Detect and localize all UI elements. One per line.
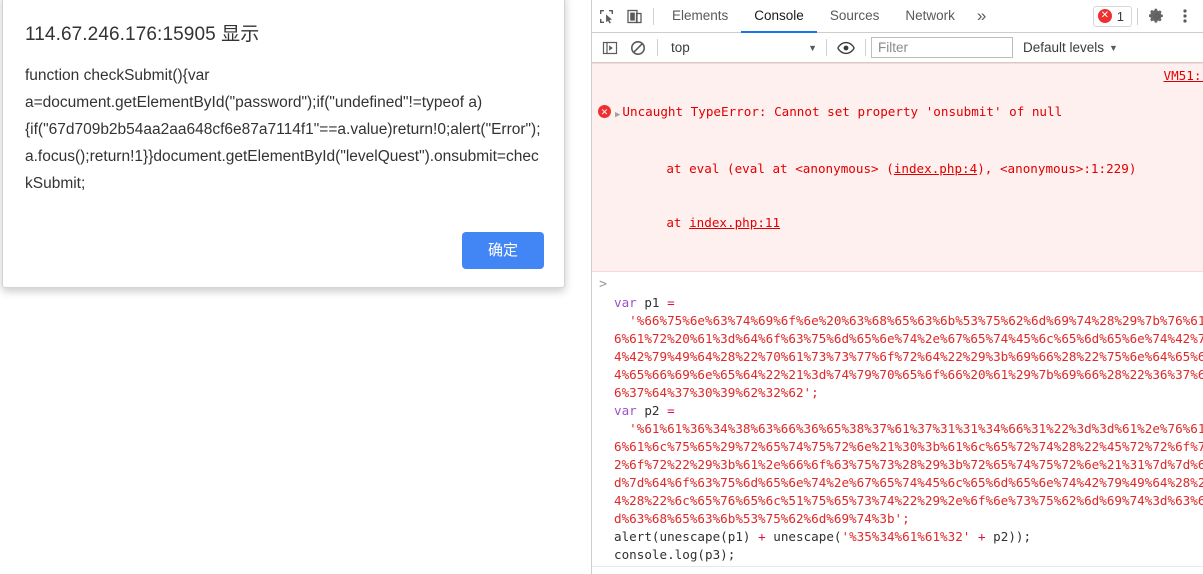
code-alert-fn: alert(unescape(p1) (614, 529, 759, 544)
alert-origin-title: 114.67.246.176:15905 显示 (25, 24, 260, 45)
console-filter-input[interactable] (871, 37, 1013, 58)
code-console-log: console.log(p3); (614, 547, 736, 562)
code-op-assign-2: = (667, 403, 675, 418)
code-alert-string: '%35%34%61%61%32' (841, 529, 971, 544)
code-str-line-7: 6%61%6c%75%65%29%72%65%74%75%72%6e%21%30… (614, 439, 1203, 454)
error-stack-line-2: at index.php:11 (592, 214, 1203, 232)
code-str-line-4: 4%65%66%69%6e%65%64%22%21%3d%74%79%70%65… (614, 367, 1203, 382)
device-toolbar-icon[interactable] (620, 2, 648, 30)
code-str-line-3: 4%42%79%49%64%28%22%70%61%73%73%77%6f%72… (614, 349, 1203, 364)
tab-elements[interactable]: Elements (659, 0, 741, 33)
error-icon: ✕ (598, 105, 611, 118)
stack-suffix-1: ), <anonymous>:1:229) (977, 161, 1137, 176)
console-sidebar-icon[interactable] (596, 34, 624, 62)
console-message-list[interactable]: ✕ ▶ Uncaught TypeError: Cannot set prope… (592, 63, 1203, 573)
code-op-assign-1: = (667, 295, 675, 310)
tab-sources[interactable]: Sources (817, 0, 893, 33)
inspect-element-icon[interactable] (592, 2, 620, 30)
log-levels-label: Default levels (1023, 40, 1105, 55)
code-str-line-6: '%61%61%36%34%38%63%66%36%65%38%37%61%37… (629, 421, 1203, 436)
code-ident-p1: p1 (636, 295, 668, 310)
error-headline-row: ✕ ▶ Uncaught TypeError: Cannot set prope… (592, 68, 1203, 124)
clear-console-icon[interactable] (624, 34, 652, 62)
code-alert-tail: p2)); (985, 529, 1032, 544)
expand-triangle-icon[interactable]: ▶ (615, 106, 620, 124)
code-kw-var-1: var (614, 295, 637, 310)
execution-context-value: top (671, 40, 690, 55)
prompt-chevron-icon: > (599, 277, 607, 292)
code-kw-var-2: var (614, 403, 637, 418)
error-headline-text: Uncaught TypeError: Cannot set property … (622, 104, 1063, 119)
subtoolbar-separator (657, 39, 658, 56)
error-stack-line-1: at eval (eval at <anonymous> (index.php:… (592, 160, 1203, 178)
console-prompt-row[interactable]: ❯ (592, 566, 1203, 573)
code-str-line-5: 6%37%64%37%30%39%62%32%62'; (614, 385, 819, 400)
alert-ok-button[interactable]: 确定 (462, 232, 544, 269)
chevron-down-icon-levels: ▼ (1109, 42, 1118, 53)
code-str-line-10: 4%28%22%6c%65%76%65%6c%51%75%65%73%74%22… (614, 493, 1203, 508)
screenshot-root: 114.67.246.176:15905 显示 function checkSu… (0, 0, 1203, 574)
log-levels-dropdown[interactable]: Default levels ▼ (1023, 40, 1118, 55)
stack-link-2[interactable]: index.php:11 (689, 215, 780, 230)
devtools-toolbar-right: ✕ 1 (1092, 2, 1203, 30)
code-alert-mid: unescape( (765, 529, 842, 544)
devtools-main-toolbar: Elements Console Sources Network » ✕ 1 (592, 0, 1203, 33)
subtoolbar-separator-3 (865, 39, 866, 56)
javascript-alert-dialog: 114.67.246.176:15905 显示 function checkSu… (2, 0, 565, 288)
code-str-line-9: d%7d%64%6f%63%75%6d%65%6e%74%2e%67%65%74… (614, 475, 1203, 490)
chevron-down-icon: ▼ (808, 42, 817, 53)
console-code-block: var p1 = '%66%75%6e%63%74%69%6f%6e%20%63… (614, 276, 1203, 564)
alert-message-text: function checkSubmit(){var a=document.ge… (25, 67, 541, 192)
console-subtoolbar: top ▼ Default levels ▼ (592, 33, 1203, 63)
alert-button-row: 确定 (3, 232, 564, 287)
code-plus-1: + (758, 529, 766, 544)
error-source-location[interactable]: VM51:1 (1164, 67, 1203, 85)
tab-console[interactable]: Console (741, 0, 817, 33)
subtoolbar-separator-2 (826, 39, 827, 56)
error-circle-icon: ✕ (1097, 9, 1112, 23)
error-count-value: 1 (1116, 8, 1124, 24)
tab-network[interactable]: Network (892, 0, 968, 33)
live-expression-icon[interactable] (832, 34, 860, 62)
alert-content: 114.67.246.176:15905 显示 function checkSu… (3, 0, 564, 232)
devtools-tabs: Elements Console Sources Network » (659, 0, 995, 33)
execution-context-selector[interactable]: top ▼ (663, 37, 821, 59)
stack-prefix-2: at (636, 215, 690, 230)
code-str-line-1: '%66%75%6e%63%74%69%6f%6e%20%63%68%65%63… (629, 313, 1203, 328)
code-str-line-11: d%63%68%65%63%6b%53%75%62%6d%69%74%3b'; (614, 511, 910, 526)
code-str-line-8: 2%6f%72%22%29%3b%61%2e%66%6f%63%75%73%28… (614, 457, 1203, 472)
console-input-echo[interactable]: > var p1 = '%66%75%6e%63%74%69%6f%6e%20%… (592, 272, 1203, 566)
browser-page-area: 114.67.246.176:15905 显示 function checkSu… (0, 0, 591, 574)
code-plus-2: + (977, 529, 986, 544)
devtools-panel: Elements Console Sources Network » ✕ 1 t… (591, 0, 1203, 574)
more-tabs-icon[interactable]: » (968, 0, 995, 33)
gear-icon[interactable] (1143, 2, 1171, 30)
error-count-badge[interactable]: ✕ 1 (1092, 5, 1132, 27)
stack-prefix-1: at eval (eval at <anonymous> ( (636, 161, 894, 176)
code-ident-p2: p2 (636, 403, 668, 418)
code-space-1 (970, 529, 978, 544)
stack-link-1[interactable]: index.php:4 (894, 161, 977, 176)
kebab-menu-icon[interactable] (1171, 2, 1199, 30)
code-str-line-2: 6%61%72%20%61%3d%64%6f%63%75%6d%65%6e%74… (614, 331, 1203, 346)
toolbar-separator-2 (1137, 7, 1138, 25)
toolbar-separator (653, 7, 654, 25)
console-error-message[interactable]: ✕ ▶ Uncaught TypeError: Cannot set prope… (592, 63, 1203, 272)
